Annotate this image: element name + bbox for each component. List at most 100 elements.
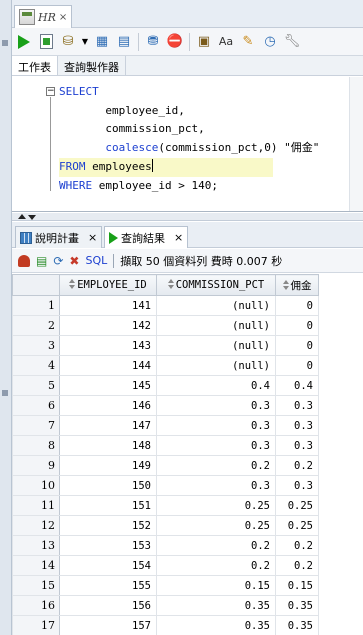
editor-tab-hr[interactable]: HR × [14, 5, 72, 28]
collapse-down-icon[interactable] [28, 215, 36, 220]
column-header-employee-id[interactable]: EMPLOYEE_ID [59, 274, 157, 296]
row-number[interactable]: 1 [12, 295, 60, 316]
tab-worksheet[interactable]: 工作表 [12, 56, 58, 75]
table-row[interactable]: 17 157 0.35 0.35 [12, 615, 319, 635]
cell-yongjin[interactable]: 0.35 [275, 615, 319, 635]
table-row[interactable]: 3 143 (null) 0 [12, 335, 319, 356]
cell-employee-id[interactable]: 148 [59, 435, 157, 456]
table-row[interactable]: 13 153 0.2 0.2 [12, 535, 319, 556]
cell-commission-pct[interactable]: 0.3 [156, 435, 276, 456]
cell-employee-id[interactable]: 152 [59, 515, 157, 536]
close-icon[interactable]: × [88, 231, 97, 244]
run-statement-button[interactable] [15, 33, 33, 51]
cell-employee-id[interactable]: 145 [59, 375, 157, 396]
cell-commission-pct[interactable]: (null) [156, 295, 276, 316]
cell-yongjin[interactable]: 0.25 [275, 495, 319, 516]
cell-yongjin[interactable]: 0.2 [275, 555, 319, 576]
row-number[interactable]: 17 [12, 615, 60, 635]
cell-employee-id[interactable]: 150 [59, 475, 157, 496]
cell-commission-pct[interactable]: 0.25 [156, 515, 276, 536]
close-icon[interactable]: × [59, 12, 67, 23]
table-row[interactable]: 14 154 0.2 0.2 [12, 555, 319, 576]
cell-yongjin[interactable]: 0.25 [275, 515, 319, 536]
row-number[interactable]: 7 [12, 415, 60, 436]
table-row[interactable]: 7 147 0.3 0.3 [12, 415, 319, 436]
explain-plan-button[interactable]: ▦ [93, 33, 111, 51]
column-header-commission-pct[interactable]: COMMISSION_PCT [156, 274, 276, 296]
cell-commission-pct[interactable]: 0.3 [156, 475, 276, 496]
pane-splitter[interactable] [12, 213, 363, 221]
wrench-icon[interactable]: 🔧︎ [283, 33, 301, 51]
cell-commission-pct[interactable]: 0.2 [156, 555, 276, 576]
table-row[interactable]: 4 144 (null) 0 [12, 355, 319, 376]
cell-employee-id[interactable]: 151 [59, 495, 157, 516]
cell-yongjin[interactable]: 0 [275, 355, 319, 376]
cell-commission-pct[interactable]: 0.35 [156, 595, 276, 616]
row-number[interactable]: 10 [12, 475, 60, 496]
cell-employee-id[interactable]: 142 [59, 315, 157, 336]
cell-commission-pct[interactable]: 0.3 [156, 415, 276, 436]
collapse-up-icon[interactable] [18, 214, 26, 219]
row-number[interactable]: 9 [12, 455, 60, 476]
row-number[interactable]: 12 [12, 515, 60, 536]
row-number[interactable]: 2 [12, 315, 60, 336]
result-grid[interactable]: EMPLOYEE_ID COMMISSION_PCT 佣金 1 141 (null)… [12, 274, 363, 635]
row-number[interactable]: 4 [12, 355, 60, 376]
cancel-button[interactable]: ⛔ [166, 33, 184, 51]
cell-yongjin[interactable]: 0.4 [275, 375, 319, 396]
cell-employee-id[interactable]: 149 [59, 455, 157, 476]
refresh-icon[interactable]: ⟳ [53, 254, 63, 268]
rollback-button[interactable]: ⛃ [144, 33, 162, 51]
cell-yongjin[interactable]: 0 [275, 315, 319, 336]
cell-commission-pct[interactable]: 0.25 [156, 495, 276, 516]
row-number[interactable]: 14 [12, 555, 60, 576]
cell-employee-id[interactable]: 156 [59, 595, 157, 616]
cell-employee-id[interactable]: 141 [59, 295, 157, 316]
column-header-yongjin[interactable]: 佣金 [275, 274, 319, 296]
row-number[interactable]: 8 [12, 435, 60, 456]
tab-query-builder[interactable]: 查詢製作器 [58, 56, 126, 75]
sql-editor[interactable]: − SELECT employee_id, commission_pct, co… [12, 77, 363, 212]
cell-commission-pct[interactable]: 0.2 [156, 535, 276, 556]
dropdown-icon[interactable]: ▼ [81, 33, 89, 51]
table-row[interactable]: 8 148 0.3 0.3 [12, 435, 319, 456]
cell-employee-id[interactable]: 144 [59, 355, 157, 376]
table-row[interactable]: 15 155 0.15 0.15 [12, 575, 319, 596]
table-row[interactable]: 10 150 0.3 0.3 [12, 475, 319, 496]
cell-employee-id[interactable]: 143 [59, 335, 157, 356]
row-number[interactable]: 13 [12, 535, 60, 556]
table-row[interactable]: 11 151 0.25 0.25 [12, 495, 319, 516]
tab-explain-plan[interactable]: 說明計畫 × [15, 226, 103, 248]
cell-yongjin[interactable]: 0.3 [275, 475, 319, 496]
table-row[interactable]: 12 152 0.25 0.25 [12, 515, 319, 536]
commit-button[interactable]: ⛁ [59, 33, 77, 51]
cell-yongjin[interactable]: 0.3 [275, 415, 319, 436]
editor-scrollbar[interactable] [349, 77, 363, 211]
cell-commission-pct[interactable]: (null) [156, 355, 276, 376]
clear-results-icon[interactable]: ✖ [69, 254, 79, 268]
cell-commission-pct[interactable]: (null) [156, 335, 276, 356]
table-row[interactable]: 2 142 (null) 0 [12, 315, 319, 336]
cell-employee-id[interactable]: 155 [59, 575, 157, 596]
row-number[interactable]: 5 [12, 375, 60, 396]
cell-yongjin[interactable]: 0 [275, 335, 319, 356]
close-icon[interactable]: × [174, 231, 183, 244]
cell-commission-pct[interactable]: 0.4 [156, 375, 276, 396]
table-row[interactable]: 1 141 (null) 0 [12, 295, 319, 316]
cell-yongjin[interactable]: 0.2 [275, 455, 319, 476]
cell-yongjin[interactable]: 0.3 [275, 395, 319, 416]
table-row[interactable]: 5 145 0.4 0.4 [12, 375, 319, 396]
row-number[interactable]: 16 [12, 595, 60, 616]
history-button[interactable]: ◷ [261, 33, 279, 51]
cell-employee-id[interactable]: 147 [59, 415, 157, 436]
run-script-button[interactable] [37, 33, 55, 51]
row-number[interactable]: 15 [12, 575, 60, 596]
cell-commission-pct[interactable]: 0.3 [156, 395, 276, 416]
cell-employee-id[interactable]: 154 [59, 555, 157, 576]
format-case-button[interactable]: Aa [217, 33, 235, 51]
cell-yongjin[interactable]: 0.3 [275, 435, 319, 456]
row-number[interactable]: 3 [12, 335, 60, 356]
cell-commission-pct[interactable]: 0.35 [156, 615, 276, 635]
autotrace-button[interactable]: ▤ [115, 33, 133, 51]
fold-collapse-icon[interactable]: − [46, 87, 55, 96]
